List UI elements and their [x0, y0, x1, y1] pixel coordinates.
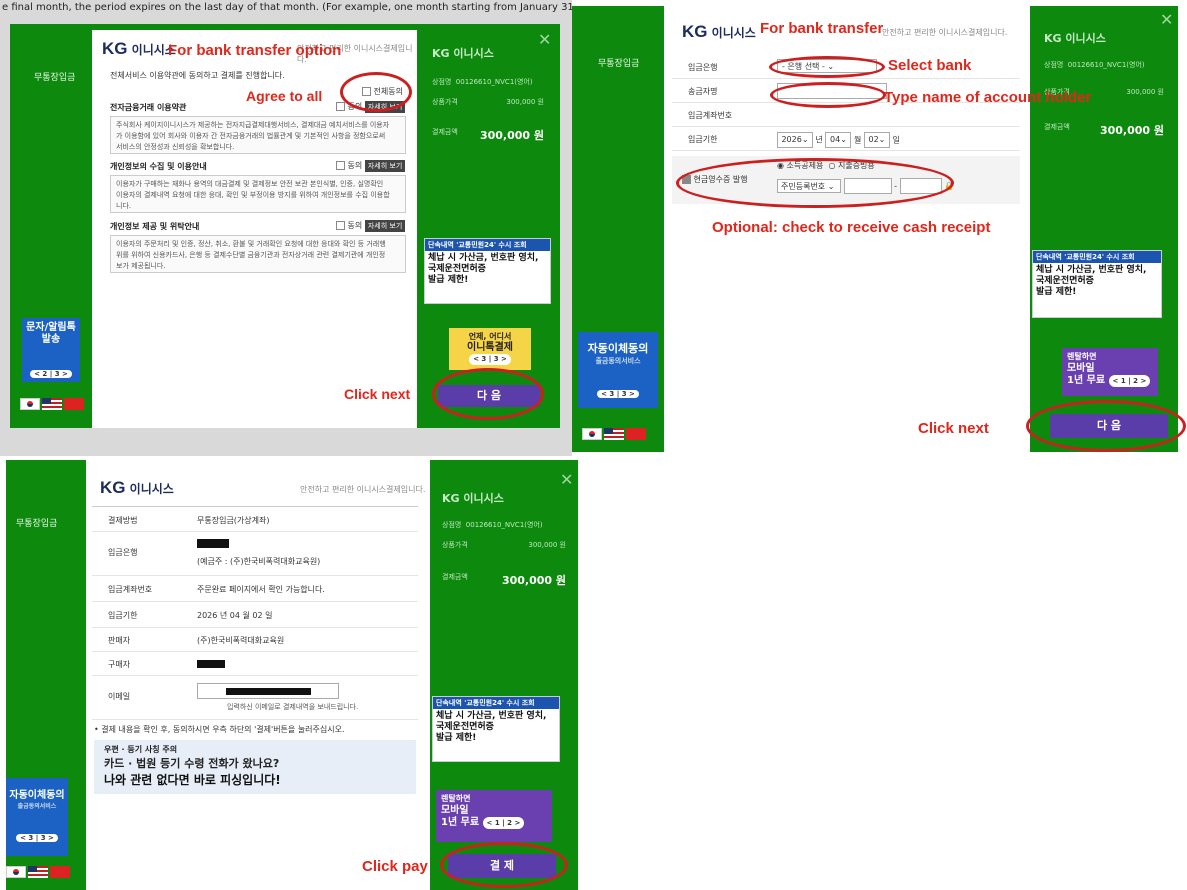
- annotation-select-bank: Select bank: [888, 57, 972, 74]
- ad-rental[interactable]: 렌탈하면 모바일 1년 무료 < 1 | 2 >: [436, 790, 552, 842]
- ad-inicis[interactable]: 언제, 어디서 이니톡결제 < 3 | 3 >: [449, 328, 531, 370]
- section-title: 전자금융거래 이용약관: [110, 103, 187, 112]
- highlight-next: [1026, 400, 1186, 452]
- section-title: 개인정보 제공 및 위탁안내: [110, 222, 200, 231]
- ad-autopay[interactable]: 자동이체동의 출금동의서비스 < 3 | 3 >: [6, 778, 68, 856]
- language-switcher: [20, 398, 84, 410]
- redacted-buyer: [197, 660, 225, 668]
- summary-total: 결제금액 300,000 원: [442, 573, 566, 587]
- summary-total: 결제금액 300,000 원: [1044, 123, 1164, 137]
- background-page-text: e final month, the period expires on the…: [2, 2, 572, 13]
- ad-pager[interactable]: < 1 | 2 >: [1108, 375, 1151, 387]
- highlight-sender: [770, 82, 886, 108]
- summary-store: 상점명 00126610_NVC1(영어): [442, 521, 543, 529]
- summary-product: 상품가격 300,000 원: [442, 541, 566, 549]
- annotation-cash-receipt: Optional: check to receive cash receipt: [712, 219, 991, 236]
- cn-flag-icon[interactable]: [50, 866, 70, 878]
- ad-sms[interactable]: 문자/알림톡 발송 < 2 | 3 >: [22, 318, 80, 382]
- ad-pager[interactable]: < 3 | 3 >: [469, 354, 511, 365]
- method-sidebar: 무통장입금: [598, 59, 640, 69]
- annotation-type-holder: Type name of account holder: [884, 89, 1092, 106]
- summary-total: 결제금액 300,000 원: [432, 128, 544, 142]
- us-flag-icon[interactable]: [604, 428, 624, 440]
- brand-logo: KG 이니시스: [102, 39, 176, 58]
- annotation-click-next: Click next: [344, 386, 411, 402]
- summary-brand: KG 이니시스: [1044, 32, 1106, 45]
- us-flag-icon[interactable]: [28, 866, 48, 878]
- close-icon[interactable]: ✕: [1160, 10, 1173, 29]
- close-icon[interactable]: ✕: [538, 30, 551, 49]
- close-icon[interactable]: ✕: [560, 470, 573, 489]
- panel-1: e final month, the period expires on the…: [0, 0, 572, 456]
- ad-pager[interactable]: < 3 | 3 >: [597, 390, 639, 398]
- ad-pager[interactable]: < 3 | 3 >: [16, 834, 58, 842]
- annotation-bank-transfer-option: For bank transfer option: [168, 42, 342, 59]
- annotation-click-pay: Click pay: [362, 858, 428, 875]
- terms-box: 주식회사 케이지이니시스가 제공하는 전자지급결제대행서비스, 결제대금 예치서…: [110, 116, 406, 154]
- summary-brand: KG 이니시스: [432, 47, 494, 60]
- intro-text: 전체서비스 이용약관에 동의하고 결제를 진행합니다.: [110, 71, 285, 80]
- ad-police[interactable]: 단속내역 '교통민원24' 수시 조회 체납 시 가산금, 번호판 영치, 국제운…: [424, 238, 551, 304]
- detail-button[interactable]: 자세히 보기: [364, 220, 406, 232]
- ad-autopay[interactable]: 자동이체동의 출금동의서비스 < 3 | 3 >: [578, 332, 658, 408]
- annotation-click-next: Click next: [918, 420, 989, 437]
- tagline: 안전하고 편리한 이니시스결제입니다.: [300, 485, 426, 494]
- ad-pager[interactable]: < 1 | 2 >: [482, 817, 525, 829]
- ad-police[interactable]: 단속내역 '교통민원24' 수시 조회 체납 시 가산금, 번호판 영치, 국제운…: [432, 696, 560, 762]
- tagline: 안전하고 편리한 이니시스결제입니다.: [882, 28, 1008, 37]
- ad-pager[interactable]: < 2 | 3 >: [30, 370, 72, 378]
- detail-button[interactable]: 자세히 보기: [364, 160, 406, 172]
- section-agree[interactable]: 동의 자세히 보기: [336, 160, 406, 172]
- language-switcher: [582, 428, 646, 440]
- brand-logo: KG 이니시스: [682, 22, 756, 41]
- kr-flag-icon[interactable]: [6, 866, 26, 878]
- language-switcher: [6, 866, 70, 878]
- ad-police[interactable]: 단속내역 '교통민원24' 수시 조회 체납 시 가산금, 번호판 영치, 국제운…: [1032, 250, 1162, 318]
- pay-notice: • 결제 내용을 확인 후, 동의하시면 우측 하단의 '결제'버튼을 눌러주십…: [94, 725, 345, 734]
- summary-store: 상점명 00126610_NVC1(영어): [1044, 61, 1145, 69]
- panel-3: 무통장입금 자동이체동의 출금동의서비스 < 3 | 3 > KG 이니시스 안…: [0, 460, 578, 890]
- annotation-agree-all: Agree to all: [246, 88, 323, 104]
- cn-flag-icon[interactable]: [64, 398, 84, 410]
- section-title: 개인정보의 수집 및 이용안내: [110, 162, 207, 171]
- kr-flag-icon[interactable]: [20, 398, 40, 410]
- email-input[interactable]: [197, 683, 339, 699]
- summary-product: 상품가격 300,000 원: [432, 98, 544, 106]
- kr-flag-icon[interactable]: [582, 428, 602, 440]
- section-agree[interactable]: 동의 자세히 보기: [336, 220, 406, 232]
- phishing-banner[interactable]: 우편 · 등기 사칭 주의 카드 · 법원 등기 수령 전화가 왔나요? 나와 …: [94, 740, 416, 794]
- highlight-next: [432, 368, 544, 420]
- confirm-table: 결제방법 무통장입금(가상계좌) 입금은행 (예금주 : (주)한국비폭력대화교육…: [92, 506, 418, 721]
- annotation-bank-transfer: For bank transfer: [760, 20, 884, 37]
- month-select[interactable]: 04⌄: [825, 132, 852, 148]
- summary-store: 상점명 00126610_NVC1(영어): [432, 78, 533, 86]
- highlight-pay: [440, 842, 568, 888]
- ad-rental[interactable]: 렌탈하면 모바일 1년 무료 < 1 | 2 >: [1062, 348, 1158, 396]
- ad-sms-title: 문자/알림톡 발송: [26, 322, 76, 345]
- redacted-bank: [197, 539, 229, 548]
- us-flag-icon[interactable]: [42, 398, 62, 410]
- brand-logo: KG 이니시스: [100, 478, 174, 497]
- highlight-cash-receipt: [676, 158, 954, 208]
- highlight-bank-select: [769, 56, 885, 78]
- year-select[interactable]: 2026⌄: [777, 132, 813, 148]
- method-sidebar: 무통장입금: [34, 73, 76, 83]
- method-sidebar: 무통장입금: [16, 519, 58, 529]
- terms-box: 이용자의 주문처리 및 인증, 정산, 취소, 환불 및 거래확인 요청에 대한…: [110, 235, 406, 273]
- cn-flag-icon[interactable]: [626, 428, 646, 440]
- panel-2: 무통장입금 자동이체동의 출금동의서비스 < 3 | 3 > KG 이니시스 안…: [572, 0, 1187, 456]
- summary-brand: KG 이니시스: [442, 492, 504, 505]
- terms-box: 이용자가 구매하는 재화나 용역의 대금결제 및 결제정보 안전 보관 본인식별…: [110, 175, 406, 213]
- highlight-agree-all: [340, 72, 412, 112]
- day-select[interactable]: 02⌄: [863, 132, 890, 148]
